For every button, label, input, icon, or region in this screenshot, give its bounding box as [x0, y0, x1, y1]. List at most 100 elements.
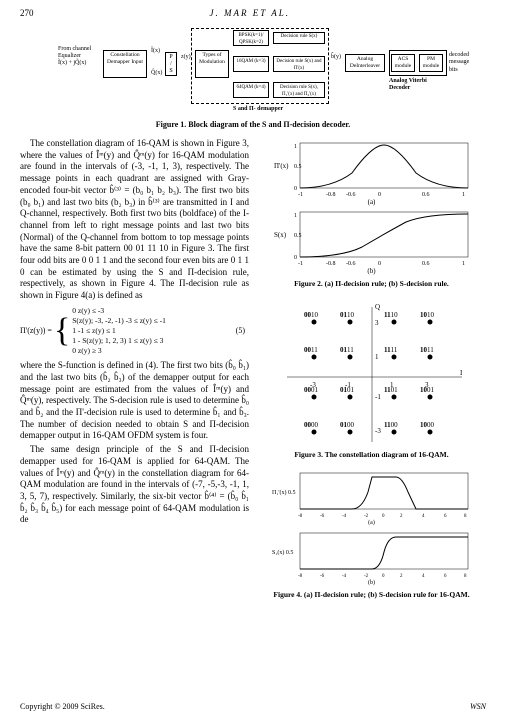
constellation-point: [311, 320, 316, 325]
fig2a-ylabel: Π'(x): [274, 162, 289, 170]
ix-label: Î(x): [151, 48, 160, 56]
svg-text:-4: -4: [342, 574, 347, 579]
constellation-label: 0010: [304, 311, 319, 319]
constellation-point: [427, 430, 432, 435]
paragraph-1: The constellation diagram of 16-QAM is s…: [20, 138, 249, 302]
constellation-point: [427, 320, 432, 325]
eq5-row4: 1 - S(z(y); 1, 2, 3) 1 ≤ z(y) ≤ 3: [72, 336, 163, 345]
constellation-label: 1111: [384, 346, 398, 354]
svg-text:-2: -2: [364, 514, 369, 519]
constellation-label: 1011: [420, 346, 434, 354]
svg-text:0: 0: [378, 261, 381, 267]
equation-5: Π'(z(y)) = { 0 z(y) ≤ -3 S(z(y); -3, -2,…: [20, 306, 249, 357]
fig4a-label: (a): [257, 520, 486, 528]
decoded-bits-label: decoded message bits: [449, 52, 477, 75]
svg-text:-0.6: -0.6: [346, 192, 356, 198]
eq5-lhs: Π'(z(y)) =: [20, 326, 52, 336]
svg-text:-1: -1: [375, 393, 381, 401]
s-pi-demapper-label: S and Π- demapper: [233, 106, 283, 114]
eq5-row2: S(z(y); -3, -2, -1) -3 ≤ z(y) ≤ -1: [72, 316, 166, 325]
right-column: Π'(x) 1 0.5 0 -1-0.8-0.6 00.61 (a) S(x) …: [257, 138, 486, 608]
input-signal-label: Ĩ(x) + jQ̃(x): [58, 60, 86, 68]
constellation-point: [347, 320, 352, 325]
i-axis-label: I: [460, 369, 463, 377]
constellation-label: 0001: [304, 386, 319, 394]
two-column-body: The constellation diagram of 16-QAM is s…: [20, 138, 486, 608]
eq5-number: (5): [236, 326, 249, 336]
types-modulation-box: Types of Modulation: [195, 50, 229, 78]
svg-text:0: 0: [294, 255, 297, 261]
constellation-label: 1000: [420, 421, 435, 429]
figure-1-block-diagram: From channel Equalizer Ĩ(x) + jQ̃(x) Con…: [73, 26, 433, 116]
svg-text:-1: -1: [298, 261, 303, 267]
svg-text:0.6: 0.6: [422, 261, 430, 267]
paragraph-3: The same design principle of the S and Π…: [20, 444, 249, 526]
constellation-point: [391, 395, 396, 400]
64qam-box: 64QAM (k=4): [233, 82, 269, 98]
fig4a-ylabel: Π₁'(x) 0.5: [272, 489, 296, 496]
svg-text:-0.6: -0.6: [346, 261, 356, 267]
constellation-point: [311, 430, 316, 435]
svg-text:-8: -8: [298, 514, 303, 519]
svg-text:-0.8: -0.8: [326, 192, 336, 198]
svg-text:4: 4: [422, 514, 425, 519]
constellation-point: [391, 320, 396, 325]
svg-text:-2: -2: [364, 574, 369, 579]
svg-text:6: 6: [444, 574, 447, 579]
figure-2b-chart: S(x) 1 0.5 0 -1-0.8-0.6 00.61: [272, 207, 472, 267]
constellation-point: [427, 355, 432, 360]
q-axis-label: Q: [375, 303, 380, 311]
svg-text:0: 0: [382, 574, 385, 579]
svg-text:2: 2: [400, 514, 403, 519]
pm-module-box: PM module: [419, 54, 443, 72]
author-header: J. MAR ET AL.: [210, 8, 290, 20]
page-footer: Copyright © 2009 SciRes. WSN: [20, 702, 486, 712]
constellation-point: [427, 395, 432, 400]
figure-4b-chart: S₁(x) 0.5 -8-6-4-2 02468: [272, 528, 472, 580]
constellation-label: 0110: [340, 311, 355, 319]
constellation-point: [391, 355, 396, 360]
svg-text:0.5: 0.5: [294, 164, 302, 170]
svg-text:-4: -4: [342, 514, 347, 519]
fig4b-ylabel: S₁(x) 0.5: [272, 549, 293, 556]
constellation-label: 1010: [420, 311, 435, 319]
figure-2-caption: Figure 2. (a) Π-decision rule; (b) S-dec…: [257, 279, 486, 289]
constellation-demapper-box: Constellation Demapper Input: [103, 50, 147, 78]
eq5-row3: 1 -1 ≤ z(y) ≤ 1: [72, 326, 115, 335]
page-number: 270: [20, 8, 34, 20]
16qam-box: 16QAM (k=3): [233, 56, 269, 72]
figure-3-constellation: Q I 3 1 -1 -3 -3 -1 1 3 0010011011101010…: [272, 297, 472, 447]
svg-text:8: 8: [464, 574, 467, 579]
svg-text:1: 1: [294, 144, 297, 150]
constellation-label: 1110: [384, 311, 398, 319]
svg-text:2: 2: [400, 574, 403, 579]
constellation-label: 0011: [304, 346, 318, 354]
svg-text:-1: -1: [298, 192, 303, 198]
constellation-point: [347, 430, 352, 435]
svg-text:6: 6: [444, 514, 447, 519]
decision-rule-1-box: Decision rule S(x): [273, 32, 325, 44]
svg-text:-6: -6: [320, 574, 325, 579]
figure-2a-chart: Π'(x) 1 0.5 0 -1-0.8-0.6 00.61: [272, 138, 472, 198]
svg-text:-6: -6: [320, 514, 325, 519]
zy-label: z(y): [181, 54, 191, 62]
eq5-row1: 0 z(y) ≤ -3: [72, 306, 104, 315]
constellation-point: [311, 395, 316, 400]
constellation-point: [391, 430, 396, 435]
svg-text:4: 4: [422, 574, 425, 579]
decision-rule-3-box: Decision rule S(x), Π₁'(x) and Π₂'(x): [273, 82, 325, 98]
fig4b-label: (b): [257, 580, 486, 588]
page-header: 270 J. MAR ET AL.: [20, 8, 486, 20]
svg-text:1: 1: [462, 192, 465, 198]
svg-text:1: 1: [462, 261, 465, 267]
fig2b-label: (b): [257, 267, 486, 276]
paragraph-2: where the S-function is defined in (4). …: [20, 360, 249, 442]
left-column: The constellation diagram of 16-QAM is s…: [20, 138, 249, 608]
qx-label: Q̂(x): [151, 70, 162, 78]
constellation-label: 0000: [304, 421, 319, 429]
constellation-label: 1100: [384, 421, 398, 429]
constellation-label: 0101: [340, 386, 355, 394]
svg-text:0.6: 0.6: [422, 192, 430, 198]
figure-4a-chart: Π₁'(x) 0.5 -8-6-4-2 02468: [272, 468, 472, 520]
ps-box: P / S: [165, 52, 177, 76]
